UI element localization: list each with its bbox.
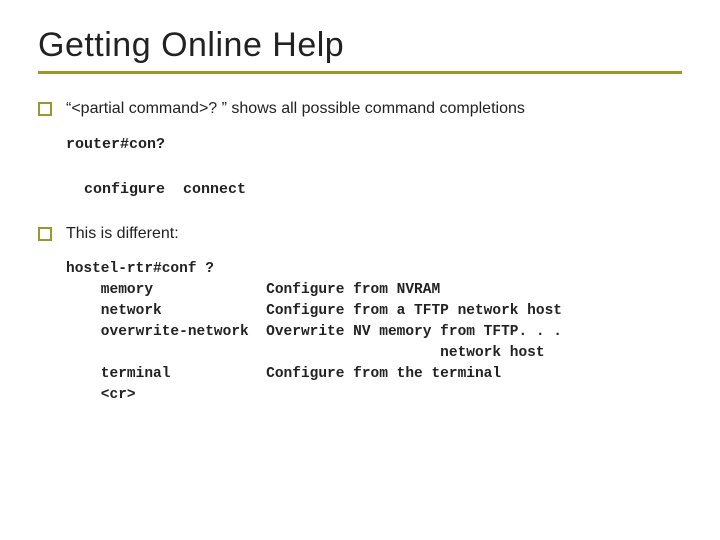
bullet-marker-icon <box>38 227 52 241</box>
code-block-2: hostel-rtr#conf ? memory Configure from … <box>66 259 682 406</box>
title-underline <box>38 71 682 74</box>
bullet-marker-icon <box>38 102 52 116</box>
bullet-item-1: “<partial command>? ” shows all possible… <box>38 98 682 120</box>
slide-title: Getting Online Help <box>38 26 682 65</box>
bullet-text-2: This is different: <box>66 223 179 245</box>
bullet-text-1: “<partial command>? ” shows all possible… <box>66 98 525 120</box>
bullet-list: “<partial command>? ” shows all possible… <box>38 98 682 406</box>
code-block-1: router#con? configure connect <box>66 134 682 202</box>
slide: Getting Online Help “<partial command>? … <box>0 0 720 424</box>
bullet-item-2: This is different: <box>38 223 682 245</box>
